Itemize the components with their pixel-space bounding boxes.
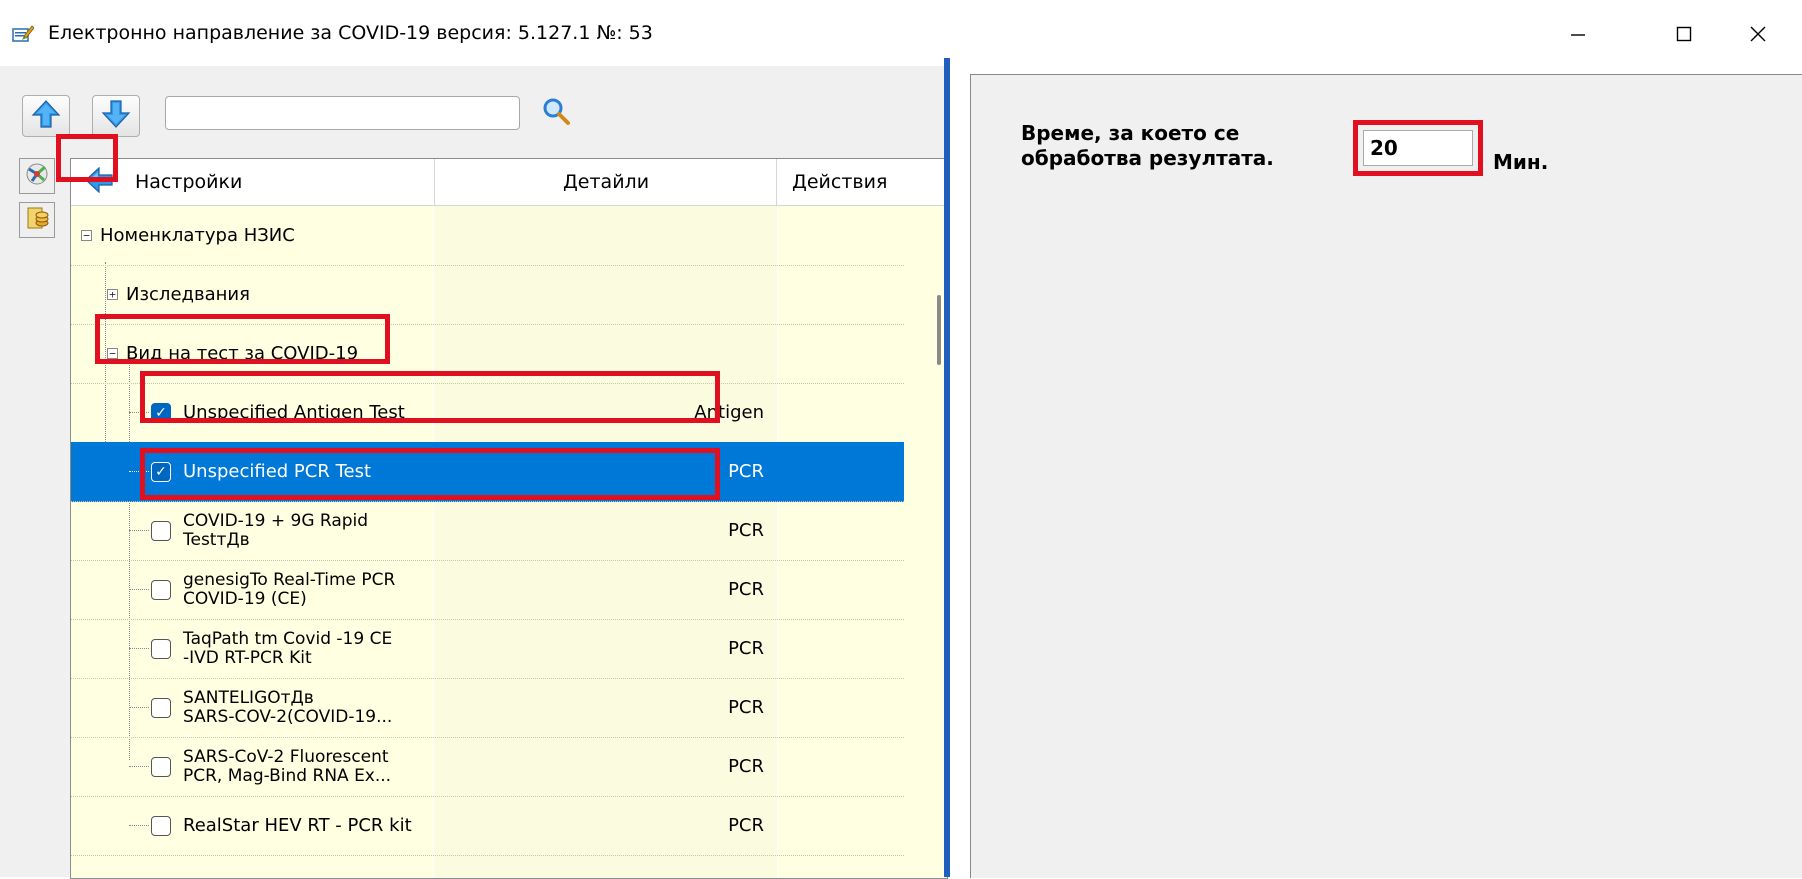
tree-row-label: Unspecified PCR Test bbox=[183, 461, 372, 482]
tree-row-antigen-test[interactable]: ✓ Unspecified Antigen Test Antigen bbox=[71, 383, 904, 443]
title-bar: Електронно направление за COVID-19 верси… bbox=[0, 0, 1802, 66]
tree-row-label: genesigTo Real-Time PCR bbox=[183, 569, 396, 590]
row-detail: PCR bbox=[728, 756, 764, 777]
grid-body: − Номенклатура НЗИС + Изследвания − Вид … bbox=[71, 206, 947, 878]
search-input[interactable] bbox=[165, 96, 520, 130]
collapse-icon[interactable]: − bbox=[81, 230, 92, 241]
collapse-icon[interactable]: − bbox=[107, 348, 118, 359]
checkbox-checked[interactable]: ✓ bbox=[151, 461, 171, 482]
detail-pane: Време, за което се обработва резултата. … bbox=[950, 66, 1802, 878]
checkbox-unchecked[interactable] bbox=[151, 520, 171, 541]
tree-row-test-item[interactable]: COVID-19 + 9G Rapid TestтДв PCR bbox=[71, 501, 904, 561]
tree-row-label: Вид на тест за COVID-19 bbox=[126, 343, 359, 364]
tools-icon bbox=[24, 161, 50, 191]
tree-row-label: COVID-19 + 9G Rapid bbox=[183, 510, 369, 531]
checkbox-unchecked[interactable] bbox=[151, 815, 171, 836]
vertical-scrollbar[interactable] bbox=[937, 295, 941, 365]
back-button[interactable] bbox=[81, 165, 117, 199]
processing-time-label-line2: обработва резултата. bbox=[1021, 146, 1274, 170]
processing-time-label: Време, за което се обработва резултата. bbox=[1021, 121, 1321, 171]
tree-row-label: TaqPath tm Covid -19 CE bbox=[183, 628, 393, 649]
finance-button[interactable] bbox=[19, 202, 55, 238]
checkbox-unchecked[interactable] bbox=[151, 756, 171, 777]
detail-panel: Време, за което се обработва резултата. … bbox=[970, 74, 1802, 878]
processing-time-input[interactable] bbox=[1363, 130, 1473, 166]
minimize-button[interactable] bbox=[1548, 14, 1608, 54]
column-header-actions[interactable]: Действия bbox=[776, 159, 947, 205]
settings-grid: Настройки Детайли Действия − Номенклатур… bbox=[70, 158, 948, 879]
row-detail: PCR bbox=[728, 638, 764, 659]
tree-row-label: COVID-19 (CE) bbox=[183, 588, 307, 609]
tree-row-covid-test-type[interactable]: − Вид на тест за COVID-19 bbox=[71, 324, 904, 384]
tree-row-test-item[interactable]: TaqPath tm Covid -19 CE -IVD RT-PCR Kit P… bbox=[71, 619, 904, 679]
settings-tree-pane: Настройки Детайли Действия − Номенклатур… bbox=[0, 66, 948, 879]
toolbar bbox=[0, 66, 946, 150]
checkbox-unchecked[interactable] bbox=[151, 697, 171, 718]
processing-time-label-line1: Време, за което се bbox=[1021, 121, 1240, 145]
row-detail: PCR bbox=[728, 520, 764, 541]
row-detail: PCR bbox=[728, 461, 764, 482]
sidebar bbox=[0, 150, 66, 877]
checkbox-unchecked[interactable] bbox=[151, 638, 171, 659]
column-header-settings[interactable]: Настройки bbox=[135, 159, 242, 205]
tree-row-label: Изследвания bbox=[126, 284, 250, 305]
tree-row-label: Unspecified Antigen Test bbox=[183, 402, 405, 423]
tree-row-studies[interactable]: + Изследвания bbox=[71, 265, 904, 325]
row-detail: Antigen bbox=[694, 402, 764, 423]
tree-row-test-item[interactable]: genesigTo Real-Time PCR COVID-19 (CE) PCR bbox=[71, 560, 904, 620]
tree-row-label: -IVD RT-PCR Kit bbox=[183, 647, 312, 668]
row-detail: PCR bbox=[728, 697, 764, 718]
tree-row-label: Номенклатура НЗИС bbox=[100, 225, 295, 246]
tree-row-label: SANTELIGOтДв bbox=[183, 687, 314, 708]
tree-row-label: SARS-COV-2(COVID-19... bbox=[183, 706, 393, 727]
tree-row-label: PCR, Mag-Bind RNA Ex... bbox=[183, 765, 392, 786]
row-detail: PCR bbox=[728, 579, 764, 600]
processing-time-unit: Мин. bbox=[1493, 150, 1549, 174]
tree-row-nzis[interactable]: − Номенклатура НЗИС bbox=[71, 206, 904, 266]
tree-row-test-item[interactable]: RealStar HEV RT - PCR kit PCR bbox=[71, 796, 904, 856]
window-title: Електронно направление за COVID-19 верси… bbox=[48, 22, 653, 44]
move-down-button[interactable] bbox=[92, 95, 140, 137]
tree-row-test-item[interactable]: SANTELIGOтДв SARS-COV-2(COVID-19... PCR bbox=[71, 678, 904, 738]
checkbox-unchecked[interactable] bbox=[151, 579, 171, 600]
grid-header: Настройки Детайли Действия bbox=[71, 159, 947, 206]
tree-row-label: SARS-CoV-2 Fluorescent bbox=[183, 746, 389, 767]
tree-row-label: RealStar HEV RT - PCR kit bbox=[183, 815, 412, 836]
move-up-button[interactable] bbox=[22, 95, 70, 137]
document-edit-icon bbox=[12, 24, 35, 42]
search-button[interactable] bbox=[538, 94, 574, 132]
tree-row-test-item[interactable]: SARS-CoV-2 Fluorescent PCR, Mag-Bind RNA … bbox=[71, 737, 904, 797]
search-icon bbox=[541, 96, 571, 130]
coins-icon bbox=[24, 205, 50, 235]
arrow-left-icon bbox=[84, 166, 114, 197]
expand-icon[interactable]: + bbox=[107, 289, 118, 300]
arrow-down-icon bbox=[101, 99, 131, 133]
tree-row-label: TestтДв bbox=[183, 529, 250, 550]
column-header-details[interactable]: Детайли bbox=[434, 159, 777, 205]
checkbox-checked[interactable]: ✓ bbox=[151, 402, 171, 423]
tools-button[interactable] bbox=[19, 158, 55, 194]
row-detail: PCR bbox=[728, 815, 764, 836]
maximize-button[interactable] bbox=[1654, 14, 1714, 54]
close-button[interactable] bbox=[1728, 14, 1788, 54]
arrow-up-icon bbox=[31, 99, 61, 133]
tree-row-pcr-test[interactable]: ✓ Unspecified PCR Test PCR bbox=[71, 442, 904, 502]
